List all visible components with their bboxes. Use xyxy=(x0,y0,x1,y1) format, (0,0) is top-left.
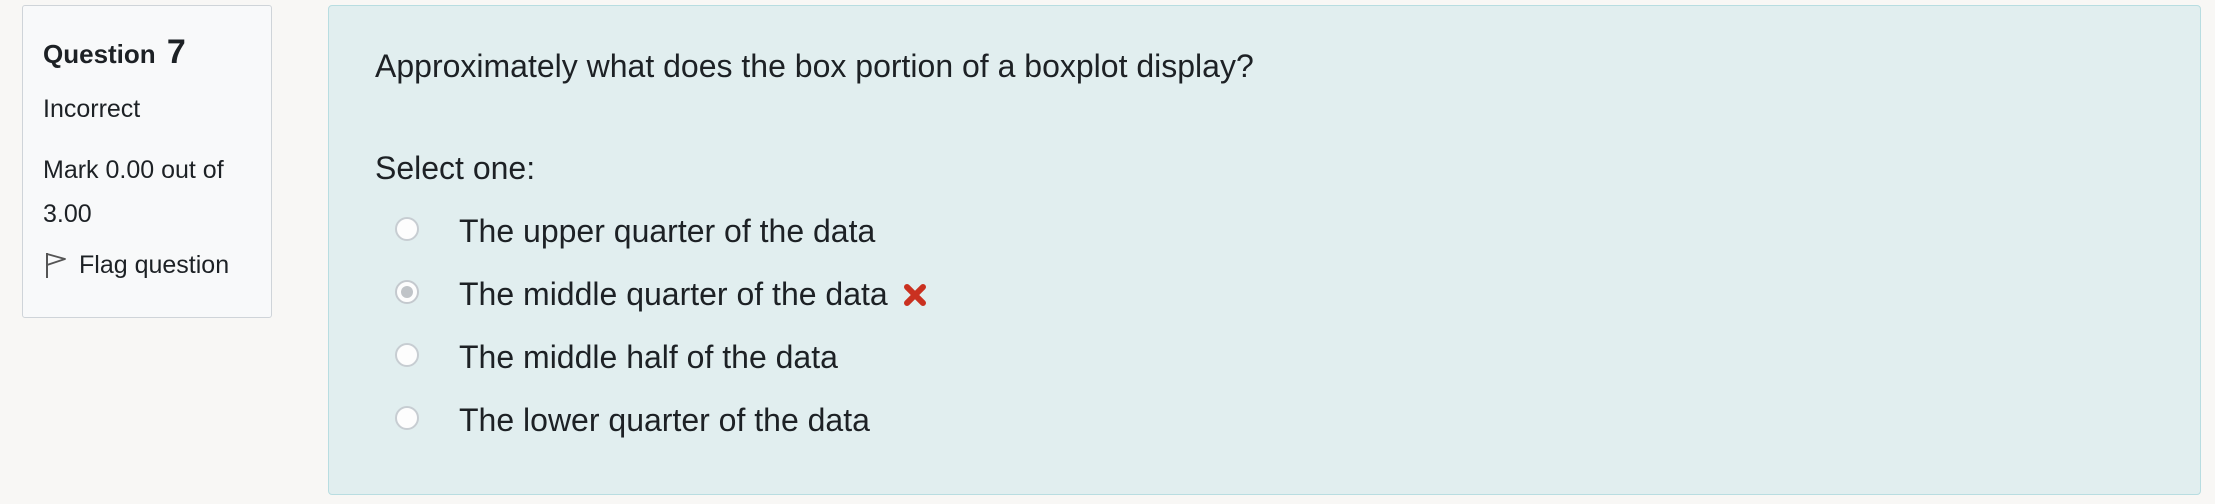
answer-label: The upper quarter of the data xyxy=(459,213,876,249)
incorrect-cross-icon xyxy=(902,282,928,308)
select-one-prompt: Select one: xyxy=(375,150,536,186)
answer-radio[interactable] xyxy=(395,216,419,241)
answer-radio[interactable] xyxy=(395,405,419,430)
answer-option[interactable]: The lower quarter of the data xyxy=(375,389,2154,452)
answer-radio-selected[interactable] xyxy=(395,279,419,304)
flag-icon xyxy=(43,250,69,280)
flag-question-link[interactable]: Flag question xyxy=(43,250,251,280)
answer-option[interactable]: The upper quarter of the data xyxy=(375,200,2154,263)
question-text: Approximately what does the box portion … xyxy=(375,48,1254,84)
answer-option-selected[interactable]: The middle quarter of the data xyxy=(375,263,2154,326)
answer-list: The upper quarter of the data The middle… xyxy=(375,200,2154,452)
question-content-panel: Approximately what does the box portion … xyxy=(328,5,2201,495)
answer-label: The middle quarter of the data xyxy=(459,276,888,312)
question-info-panel: Question 7 Incorrect Mark 0.00 out of 3.… xyxy=(22,5,272,318)
flag-question-label: Flag question xyxy=(79,250,230,279)
answer-label: The lower quarter of the data xyxy=(459,402,870,438)
question-heading: Question 7 xyxy=(43,32,251,74)
question-state: Incorrect xyxy=(43,95,141,123)
question-label: Question xyxy=(43,39,156,69)
answer-radio[interactable] xyxy=(395,342,419,367)
answer-option[interactable]: The middle half of the data xyxy=(375,326,2154,389)
question-number: 7 xyxy=(166,33,186,71)
question-grade: Mark 0.00 out of 3.00 xyxy=(43,156,224,228)
answer-label: The middle half of the data xyxy=(459,339,838,375)
